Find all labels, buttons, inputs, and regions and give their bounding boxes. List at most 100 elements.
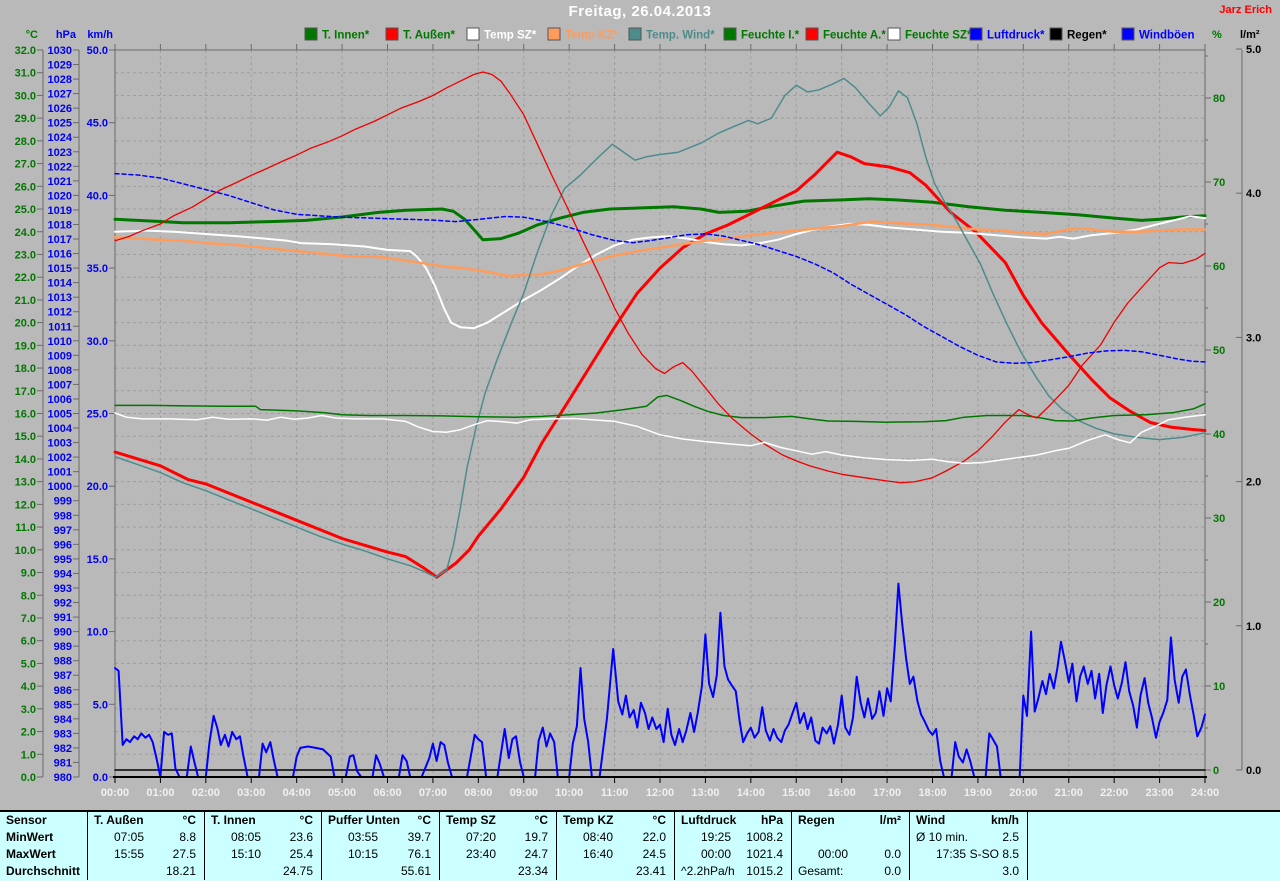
table-cell-max-left: 00:00: [792, 846, 848, 863]
time-tick-label: 10:00: [555, 787, 583, 799]
c-axis-tick-label: 1.0: [21, 749, 36, 761]
table-cell-max-left: 15:55: [88, 846, 144, 863]
table-filler: [1028, 829, 1280, 846]
weather-app-window: Freitag, 26.04.2013 Jarz Erich °ChPakm/h…: [0, 0, 1280, 881]
table-cell-max-right: 0.0: [884, 846, 909, 863]
c-axis-tick-label: 14.0: [15, 454, 36, 466]
table-cell-min: 08:0523.6: [205, 829, 322, 846]
c-axis-tick-label: 26.0: [15, 181, 36, 193]
hpa-axis-tick-label: 1017: [48, 234, 72, 246]
table-col-header-left: T. Innen: [205, 812, 256, 829]
hpa-axis-tick-label: 991: [54, 612, 72, 624]
time-tick-label: 06:00: [373, 787, 401, 799]
table-cell-avg: 23.34: [440, 863, 557, 880]
table-filler: [1028, 812, 1280, 829]
table-col-header-left: T. Außen: [88, 812, 144, 829]
time-tick-label: 11:00: [601, 787, 629, 799]
kmh-axis-tick-label: 10.0: [87, 627, 108, 639]
hpa-axis-tick-label: 1014: [48, 278, 73, 290]
hpa-axis-tick-label: 1003: [48, 438, 72, 450]
table-cell-max-left: 16:40: [557, 846, 613, 863]
table-cell-min-right: 2.5: [1002, 829, 1027, 846]
hpa-axis-tick-label: 988: [54, 656, 72, 668]
table-cell-avg: Gesamt:0.0: [792, 863, 910, 880]
table-cell-min-right: 39.7: [408, 829, 439, 846]
c-axis-tick-label: 2.0: [21, 727, 36, 739]
legend-item-t-innen[interactable]: T. Innen*: [305, 28, 370, 42]
legend-item-feuchte-a[interactable]: Feuchte A.*: [806, 28, 886, 42]
legend-item-temp-wind[interactable]: Temp. Wind*: [629, 28, 715, 42]
table-cell-min-right: 19.7: [525, 829, 556, 846]
legend-label-feuchte-sz: Feuchte SZ*: [905, 30, 972, 42]
c-axis-tick-label: 17.0: [15, 386, 36, 398]
time-tick-label: 21:00: [1055, 787, 1083, 799]
table-col-header-right: °C: [418, 812, 439, 829]
c-axis-tick-label: 18.0: [15, 363, 36, 375]
hpa-axis-tick-label: 1018: [48, 219, 72, 231]
legend-item-feuchte-i[interactable]: Feuchte I.*: [724, 28, 800, 42]
table-row-label-left: MinWert: [0, 829, 53, 846]
legend-label-t-aussen: T. Außen*: [403, 30, 455, 42]
table-cell-avg: 55.61: [322, 863, 440, 880]
c-axis-tick-label: 6.0: [21, 636, 36, 648]
table-cell-avg-left: Gesamt:: [792, 863, 843, 880]
legend-item-windboeen[interactable]: Windböen: [1122, 28, 1194, 42]
c-axis-header: °C: [26, 29, 38, 41]
time-tick-label: 17:00: [873, 787, 901, 799]
table-cell-avg-right: 18.21: [166, 863, 204, 880]
hpa-axis-tick-label: 981: [54, 757, 72, 769]
table-row-label: Sensor: [0, 812, 88, 829]
hpa-axis-tick-label: 1011: [48, 321, 72, 333]
table-cell-min: 07:2019.7: [440, 829, 557, 846]
table-col-header-left: Temp KZ: [557, 812, 613, 829]
table-cell-max-left: 23:40: [440, 846, 496, 863]
table-col-header: Windkm/h: [910, 812, 1028, 829]
c-axis-tick-label: 12.0: [15, 499, 36, 511]
hpa-axis-tick-label: 984: [54, 714, 73, 726]
table-cell-avg-right: 23.34: [518, 863, 556, 880]
legend-item-t-aussen[interactable]: T. Außen*: [386, 28, 455, 42]
table-cell-avg: ^2.2hPa/h1015.2: [675, 863, 792, 880]
legend-item-temp-sz[interactable]: Temp SZ*: [467, 28, 537, 42]
table-col-header-right: °C: [183, 812, 204, 829]
c-axis-tick-label: 31.0: [15, 68, 36, 80]
legend-item-feuchte-sz[interactable]: Feuchte SZ*: [888, 28, 972, 42]
hpa-axis-tick-label: 1024: [48, 132, 73, 144]
time-tick-label: 12:00: [646, 787, 674, 799]
c-axis-tick-label: 19.0: [15, 340, 36, 352]
legend-label-temp-kz: Temp KZ*: [565, 30, 618, 42]
kmh-axis-tick-label: 5.0: [93, 699, 108, 711]
c-axis-tick-label: 15.0: [15, 431, 36, 443]
c-axis-tick-label: 23.0: [15, 249, 36, 261]
kmh-axis-tick-label: 15.0: [87, 554, 108, 566]
table-cell-min: Ø 10 min.2.5: [910, 829, 1028, 846]
legend-item-luftdruck[interactable]: Luftdruck*: [970, 28, 1045, 42]
hpa-axis-tick-label: 985: [54, 699, 72, 711]
kmh-axis-tick-label: 40.0: [87, 190, 108, 202]
pct-axis-tick-label: 10: [1213, 681, 1225, 693]
time-tick-label: 09:00: [510, 787, 538, 799]
table-cell-min: [792, 829, 910, 846]
legend-item-regen[interactable]: Regen*: [1050, 28, 1107, 42]
c-axis-tick-label: 16.0: [15, 409, 36, 421]
hpa-axis-tick-label: 994: [54, 568, 73, 580]
table-col-header-right: hPa: [761, 812, 791, 829]
legend-label-luftdruck: Luftdruck*: [987, 30, 1045, 42]
weather-chart: °ChPakm/h%l/m²0.01.02.03.04.05.06.07.08.…: [0, 0, 1280, 810]
legend-label-windboeen: Windböen: [1139, 30, 1194, 42]
hpa-axis-tick-label: 993: [54, 583, 72, 595]
legend-item-temp-kz[interactable]: Temp KZ*: [548, 28, 618, 42]
c-axis-tick-label: 8.0: [21, 590, 36, 602]
lm2-axis-tick-label: 0.0: [1246, 765, 1261, 777]
legend-label-regen: Regen*: [1067, 30, 1107, 42]
table-cell-min-right: 8.8: [179, 829, 204, 846]
table-cell-avg-right: 55.61: [401, 863, 439, 880]
hpa-axis-tick-label: 986: [54, 685, 72, 697]
table-cell-min-right: 1008.2: [746, 829, 791, 846]
time-tick-label: 01:00: [146, 787, 174, 799]
pct-axis-tick-label: 60: [1213, 261, 1225, 273]
table-row-label-left: Sensor: [0, 812, 47, 829]
table-filler: [1028, 863, 1280, 880]
hpa-axis-tick-label: 1020: [48, 190, 72, 202]
hpa-axis-tick-label: 1004: [48, 423, 73, 435]
